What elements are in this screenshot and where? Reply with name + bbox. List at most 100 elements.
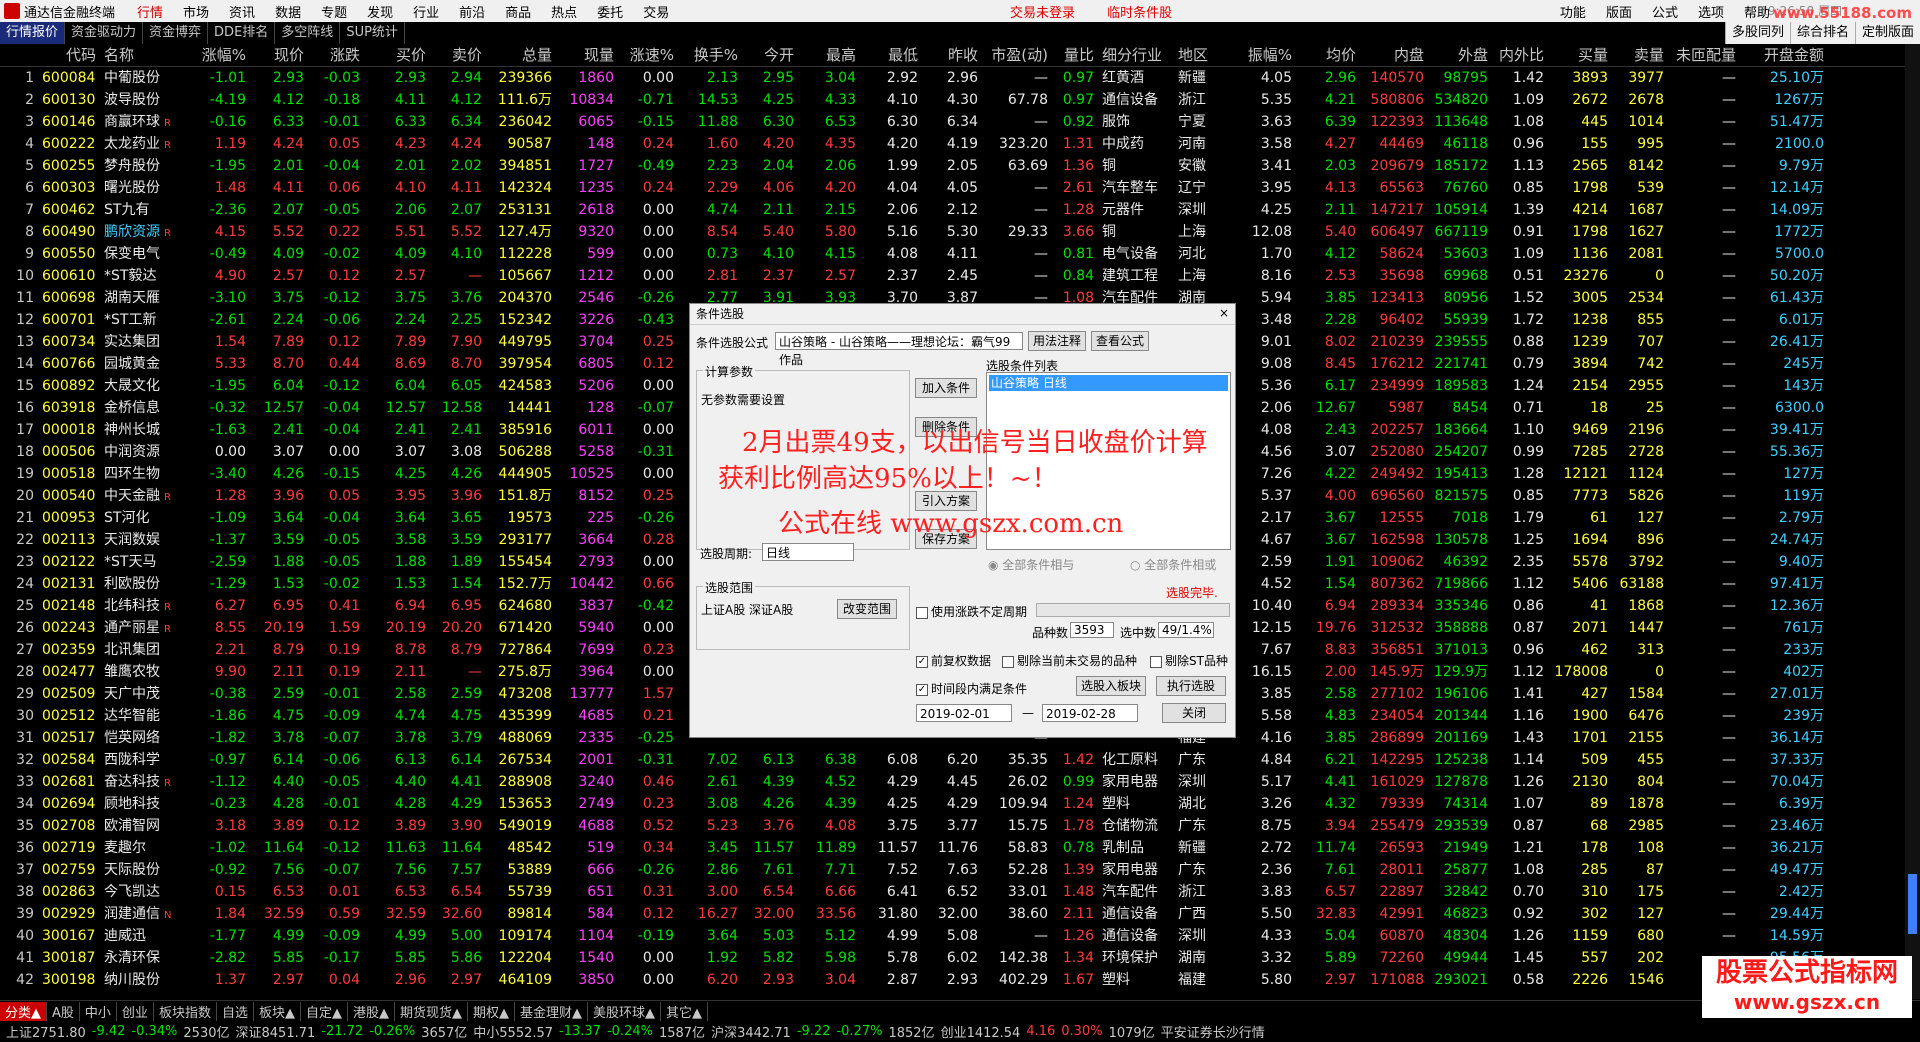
- radio-or[interactable]: ○ 全部条件相或: [1130, 556, 1216, 573]
- bottom-tab[interactable]: 板块▲: [254, 1001, 301, 1021]
- table-row[interactable]: 3 600146 商赢环球 R -0.16 6.33 -0.01 6.33 6.34 236042…: [0, 111, 1905, 133]
- close-icon[interactable]: ×: [1219, 306, 1229, 320]
- bottom-tab[interactable]: 中小: [80, 1001, 117, 1021]
- tab-custom-layout[interactable]: 定制版面: [1854, 22, 1920, 44]
- column-header[interactable]: 地区: [1174, 44, 1228, 66]
- column-header[interactable]: 内盘: [1360, 44, 1428, 66]
- column-header[interactable]: 开盘金额: [1740, 44, 1828, 66]
- menu-industry[interactable]: 行业: [413, 2, 439, 21]
- trade-status[interactable]: 交易未登录: [1010, 6, 1075, 21]
- table-row[interactable]: 5 600255 梦舟股份 -1.95 2.01 -0.04 2.01 2.02 394851 1…: [0, 155, 1905, 177]
- column-header[interactable]: 涨跌: [308, 44, 364, 66]
- fq-checkbox[interactable]: ✓ 前复权数据: [916, 652, 991, 669]
- table-row[interactable]: 41 300187 永清环保 -2.82 5.85 -0.17 5.85 5.86 122204…: [0, 947, 1905, 969]
- menu-market[interactable]: 行情: [137, 2, 163, 21]
- period-satisfy-checkbox[interactable]: ✓ 时间段内满足条件: [916, 680, 1027, 697]
- column-header[interactable]: 现量: [556, 44, 618, 66]
- change-range-button[interactable]: 改变范围: [837, 599, 897, 619]
- column-header[interactable]: 现价: [250, 44, 308, 66]
- uncertain-period-checkbox[interactable]: 使用涨跌不定周期: [916, 603, 1027, 620]
- bottom-tab[interactable]: 美股环球▲: [588, 1001, 661, 1021]
- column-header[interactable]: 涨速%: [618, 44, 678, 66]
- execute-button[interactable]: 执行选股: [1156, 676, 1226, 696]
- column-header[interactable]: 最低: [860, 44, 922, 66]
- tab-fund-game[interactable]: 资金博弈: [143, 22, 209, 44]
- menu-function[interactable]: 功能: [1560, 2, 1586, 21]
- column-header[interactable]: 买价: [364, 44, 430, 66]
- usage-button[interactable]: 用法注释: [1028, 331, 1086, 351]
- column-header[interactable]: [0, 44, 38, 66]
- column-header[interactable]: 涨幅%: [182, 44, 250, 66]
- menu-data[interactable]: 数据: [275, 2, 301, 21]
- tab-sup[interactable]: SUP统计: [340, 22, 405, 44]
- table-row[interactable]: 36 002719 麦趣尔 -1.02 11.64 -0.12 11.63 11.64 4854…: [0, 837, 1905, 859]
- table-row[interactable]: 9 600550 保变电气 -0.49 4.09 -0.02 4.09 4.10 112228 5…: [0, 243, 1905, 265]
- menu-shichang[interactable]: 市场: [183, 2, 209, 21]
- bottom-tab[interactable]: 板块指数: [154, 1001, 217, 1021]
- menu-topic[interactable]: 专题: [321, 2, 347, 21]
- column-header[interactable]: 代码: [38, 44, 100, 66]
- formula-select[interactable]: 山谷策略 - 山谷策略——理想论坛：霸气99作品: [775, 332, 1023, 367]
- column-header[interactable]: 换手%: [678, 44, 742, 66]
- menu-discover[interactable]: 发现: [367, 2, 393, 21]
- untraded-checkbox[interactable]: 剔除当前未交易的品种: [1002, 652, 1137, 669]
- tab-dde[interactable]: DDE排名: [208, 22, 276, 44]
- menu-frontier[interactable]: 前沿: [459, 2, 485, 21]
- column-header[interactable]: 细分行业: [1098, 44, 1174, 66]
- menu-hot[interactable]: 热点: [551, 2, 577, 21]
- table-row[interactable]: 2 600130 波导股份 -4.19 4.12 -0.18 4.11 4.12 111.6万 1…: [0, 89, 1905, 111]
- table-row[interactable]: 35 002708 欧浦智网 3.18 3.89 0.12 3.89 3.90 549019 46…: [0, 815, 1905, 837]
- table-row[interactable]: 34 002694 顾地科技 -0.23 4.28 -0.01 4.28 4.29 153653…: [0, 793, 1905, 815]
- tab-multi-stock[interactable]: 多股同列: [1724, 22, 1790, 44]
- tab-quotes[interactable]: 行情报价: [0, 22, 66, 44]
- column-header[interactable]: 内外比: [1492, 44, 1548, 66]
- menu-formula[interactable]: 公式: [1652, 2, 1678, 21]
- column-header[interactable]: 未匝配量: [1668, 44, 1740, 66]
- date-from[interactable]: 2019-02-01: [916, 704, 1012, 722]
- table-row[interactable]: 6 600303 曙光股份 1.48 4.11 0.06 4.10 4.11 142324 123…: [0, 177, 1905, 199]
- scroll-thumb[interactable]: [1908, 874, 1917, 934]
- bottom-tab[interactable]: 基金理财▲: [515, 1001, 588, 1021]
- close-button[interactable]: 关闭: [1162, 703, 1226, 723]
- bottom-tab[interactable]: 自选: [217, 1001, 254, 1021]
- bottom-tab[interactable]: 创业: [117, 1001, 154, 1021]
- table-row[interactable]: 40 300167 迪威迅 -1.77 4.99 -0.09 4.99 5.00 109174 1…: [0, 925, 1905, 947]
- period-select[interactable]: 日线: [762, 543, 854, 561]
- menu-options[interactable]: 选项: [1698, 2, 1724, 21]
- to-block-button[interactable]: 选股入板块: [1076, 676, 1146, 696]
- bottom-tab[interactable]: 其它▲: [661, 1001, 708, 1021]
- table-row[interactable]: 38 002863 今飞凯达 0.15 6.53 0.01 6.53 6.54 55739 651…: [0, 881, 1905, 903]
- table-row[interactable]: 1 600084 中葡股份 -1.01 2.93 -0.03 2.93 2.94 239366 1…: [0, 67, 1905, 89]
- column-header[interactable]: 总量: [486, 44, 556, 66]
- table-row[interactable]: 32 002584 西陇科学 -0.97 6.14 -0.06 6.13 6.14 267534…: [0, 749, 1905, 771]
- column-header[interactable]: 名称: [100, 44, 182, 66]
- date-to[interactable]: 2019-02-28: [1042, 704, 1138, 722]
- column-header[interactable]: 量比: [1052, 44, 1098, 66]
- bottom-tab[interactable]: 自定▲: [301, 1001, 348, 1021]
- column-header[interactable]: 最高: [798, 44, 860, 66]
- menu-layout[interactable]: 版面: [1606, 2, 1632, 21]
- table-row[interactable]: 37 002759 天际股份 -0.92 7.56 -0.07 7.56 7.57 53889 6…: [0, 859, 1905, 881]
- table-row[interactable]: 39 002929 润建通信 N 1.84 32.59 0.59 32.59 32.60 8981…: [0, 903, 1905, 925]
- condition-item[interactable]: 山谷策略 日线: [989, 375, 1228, 391]
- bottom-tab[interactable]: A股: [47, 1001, 80, 1021]
- column-header[interactable]: 均价: [1296, 44, 1360, 66]
- menu-commodity[interactable]: 商品: [505, 2, 531, 21]
- column-header[interactable]: 市盈(动): [982, 44, 1052, 66]
- table-row[interactable]: 7 600462 ST九有 -2.36 2.07 -0.05 2.06 2.07 253131 2…: [0, 199, 1905, 221]
- column-header[interactable]: 外盘: [1428, 44, 1492, 66]
- column-header[interactable]: 振幅%: [1228, 44, 1296, 66]
- table-row[interactable]: 33 002681 奋达科技 R -1.12 4.40 -0.05 4.40 4.41 28890…: [0, 771, 1905, 793]
- bottom-tab[interactable]: 分类▲: [0, 1001, 47, 1021]
- bottom-tab[interactable]: 港股▲: [348, 1001, 395, 1021]
- menu-trade[interactable]: 交易: [643, 2, 669, 21]
- radio-and[interactable]: ◉ 全部条件相与: [988, 556, 1074, 573]
- menu-order[interactable]: 委托: [597, 2, 623, 21]
- column-header[interactable]: 昨收: [922, 44, 982, 66]
- st-checkbox[interactable]: 剔除ST品种: [1150, 652, 1228, 669]
- add-condition-button[interactable]: 加入条件: [915, 378, 977, 398]
- menu-news[interactable]: 资讯: [229, 2, 255, 21]
- bottom-tab[interactable]: 期权▲: [468, 1001, 515, 1021]
- view-formula-button[interactable]: 查看公式: [1091, 331, 1149, 351]
- table-row[interactable]: 4 600222 太龙药业 R 1.19 4.24 0.05 4.23 4.24 90587 148…: [0, 133, 1905, 155]
